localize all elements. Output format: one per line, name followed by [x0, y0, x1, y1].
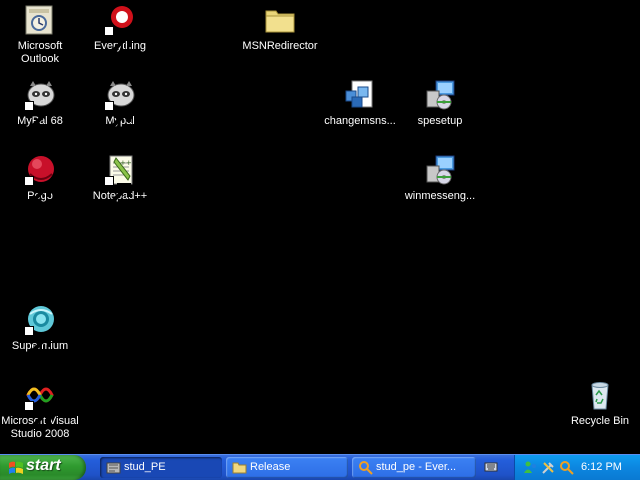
desktop: Microsoft Outlook Everything MSNRedirect… [0, 0, 640, 454]
icon-label: spesetup [417, 115, 463, 127]
desktop-icon-winmesseng[interactable]: winmesseng... [400, 154, 480, 203]
desktop-icon-mypal-68[interactable]: MyPal 68 [0, 79, 80, 132]
taskbar-button-stud-pe-everything[interactable]: stud_pe - Ever... [352, 457, 476, 478]
mypal-raccoon-icon [104, 79, 136, 132]
icon-label: winmesseng... [404, 190, 476, 202]
shortcut-arrow-icon [24, 401, 51, 432]
search-everything-icon [359, 461, 373, 475]
everything-icon [104, 4, 136, 57]
shortcut-arrow-icon [24, 101, 51, 132]
desktop-icon-msnredirector[interactable]: MSNRedirector [240, 4, 320, 53]
taskbar-button-label: Release [250, 461, 291, 473]
outlook-icon [24, 4, 56, 36]
windows-flag-icon [9, 461, 23, 474]
icon-label: Microsoft Outlook [17, 40, 63, 65]
svg-text:++: ++ [120, 159, 132, 167]
start-button[interactable]: start [0, 455, 86, 480]
desktop-icon-notepad-plus-plus[interactable]: ++ Notepad++ [80, 154, 160, 207]
taskbar-button-stud-pe[interactable]: stud_PE [100, 457, 222, 478]
taskbar-button-label: stud_pe - Ever... [376, 461, 457, 473]
search-icon[interactable] [559, 460, 574, 475]
icon-label: Recycle Bin [570, 415, 630, 427]
desktop-icon-microsoft-outlook[interactable]: Microsoft Outlook [0, 4, 80, 66]
icon-label: MSNRedirector [242, 40, 318, 52]
keyboard-language-icon[interactable] [484, 460, 498, 474]
desktop-icon-spesetup[interactable]: spesetup [400, 79, 480, 128]
stud-pe-icon [106, 462, 121, 474]
taskbar-button-label: stud_PE [124, 461, 166, 473]
folder-icon [264, 4, 296, 36]
icon-label: changemsns... [324, 115, 396, 127]
setup-installer-icon [424, 79, 456, 111]
setup-installer-icon [424, 154, 456, 186]
taskbar: start stud_PE Release stud_pe - Ever... … [0, 454, 640, 480]
desktop-icon-visual-studio-2008[interactable]: Microsoft Visual Studio 2008 [0, 379, 80, 441]
shortcut-arrow-icon [104, 26, 131, 57]
desktop-icon-pego[interactable]: Pego [0, 154, 80, 207]
supermium-icon [24, 304, 56, 357]
desktop-icon-changemsns[interactable]: changemsns... [320, 79, 400, 128]
system-tray: 6:12 PM [514, 455, 640, 480]
desktop-icon-mypal[interactable]: Mypal [80, 79, 160, 132]
recycle-bin-icon [584, 379, 616, 411]
desktop-icon-everything[interactable]: Everything [80, 4, 160, 57]
visual-studio-project-icon [344, 79, 376, 111]
mypal-raccoon-icon [24, 79, 56, 132]
start-label: start [26, 457, 61, 474]
tools-icon[interactable] [541, 460, 556, 475]
clock[interactable]: 6:12 PM [581, 455, 622, 480]
shortcut-arrow-icon [24, 326, 51, 357]
taskbar-button-release[interactable]: Release [226, 457, 348, 478]
desktop-icon-recycle-bin[interactable]: Recycle Bin [560, 379, 640, 428]
shortcut-arrow-icon [104, 176, 131, 207]
visual-studio-2008-icon [24, 379, 56, 432]
folder-icon [232, 462, 247, 474]
notepad-plus-plus-icon: ++ [104, 154, 136, 207]
desktop-icon-supermium[interactable]: Supermium [0, 304, 80, 357]
pego-icon [24, 154, 56, 207]
network-users-icon[interactable] [523, 460, 538, 475]
shortcut-arrow-icon [24, 176, 51, 207]
shortcut-arrow-icon [104, 101, 131, 132]
